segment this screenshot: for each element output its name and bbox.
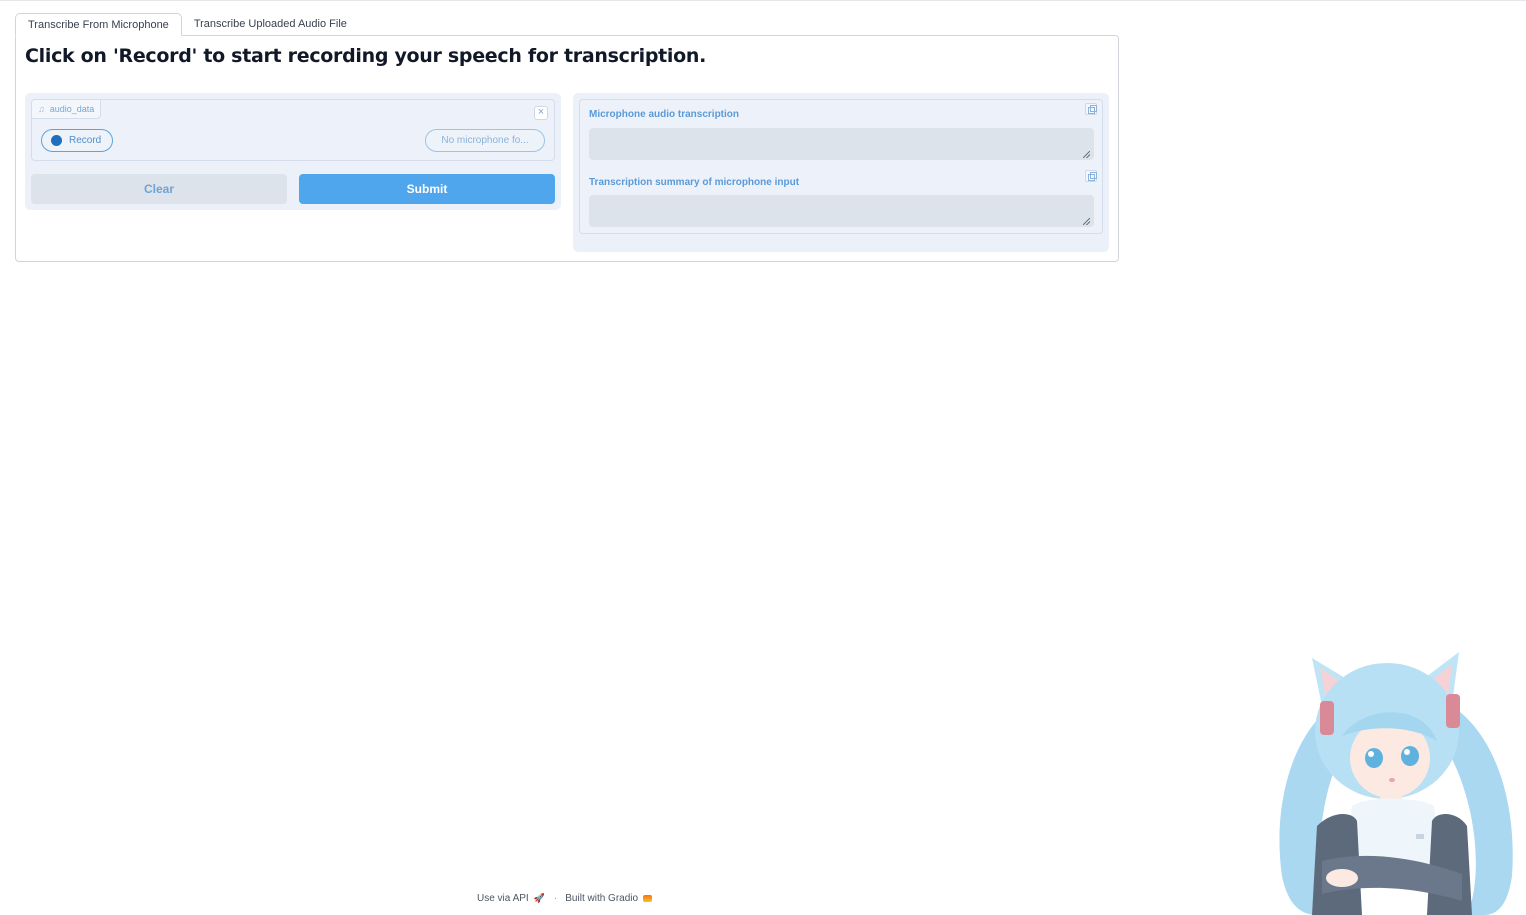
transcription-label: Microphone audio transcription bbox=[589, 109, 740, 120]
audio-label-text: audio_data bbox=[49, 104, 95, 114]
resize-handle-icon[interactable] bbox=[1083, 218, 1090, 225]
copy-transcription-icon[interactable] bbox=[1085, 103, 1097, 115]
submit-button[interactable]: Submit bbox=[299, 174, 555, 204]
audio-input: ♫ audio_data × Record No microphone fo..… bbox=[31, 99, 555, 161]
tab-panel: Click on 'Record' to start recording you… bbox=[15, 35, 1119, 262]
summary-label: Transcription summary of microphone inpu… bbox=[589, 177, 800, 188]
microphone-select[interactable]: No microphone fo... bbox=[425, 129, 545, 152]
gradio-logo-icon bbox=[643, 895, 653, 902]
transcription-output[interactable] bbox=[589, 128, 1094, 160]
record-button[interactable]: Record bbox=[41, 129, 113, 152]
rocket-icon: 🚀 bbox=[533, 893, 545, 903]
input-panel: ♫ audio_data × Record No microphone fo..… bbox=[25, 93, 561, 210]
tab-transcribe-microphone[interactable]: Transcribe From Microphone bbox=[15, 13, 182, 36]
footer: Use via API 🚀 · Built with Gradio bbox=[477, 893, 653, 904]
resize-handle-icon[interactable] bbox=[1083, 151, 1090, 158]
output-block: Microphone audio transcription Transcrip… bbox=[579, 99, 1103, 234]
clear-audio-close-icon[interactable]: × bbox=[534, 106, 548, 120]
output-panel: Microphone audio transcription Transcrip… bbox=[573, 93, 1109, 252]
clear-button[interactable]: Clear bbox=[31, 174, 287, 204]
footer-separator: · bbox=[553, 893, 558, 904]
copy-summary-icon[interactable] bbox=[1085, 170, 1097, 182]
built-with-gradio-link[interactable]: Built with Gradio bbox=[565, 893, 638, 904]
use-via-api-link[interactable]: Use via API bbox=[477, 893, 529, 904]
mascot-illustration bbox=[1279, 652, 1513, 915]
top-divider bbox=[0, 0, 1526, 1]
tab-transcribe-uploaded-file[interactable]: Transcribe Uploaded Audio File bbox=[182, 13, 359, 36]
record-label: Record bbox=[69, 135, 102, 146]
audio-label: ♫ audio_data bbox=[32, 100, 102, 119]
page-title: Click on 'Record' to start recording you… bbox=[25, 45, 707, 67]
record-dot-icon bbox=[51, 135, 62, 146]
tab-bar: Transcribe From Microphone Transcribe Up… bbox=[15, 13, 359, 36]
summary-output[interactable] bbox=[589, 195, 1094, 227]
music-note-icon: ♫ bbox=[38, 104, 45, 114]
